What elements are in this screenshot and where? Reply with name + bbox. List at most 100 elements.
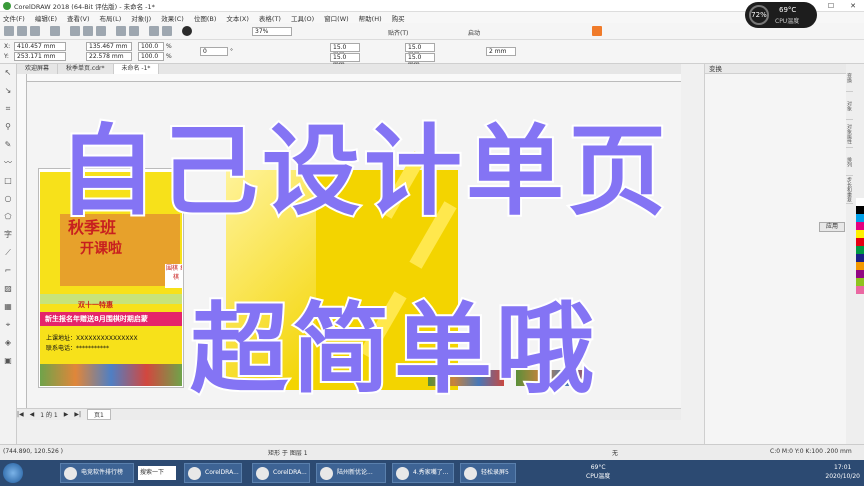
menu-text[interactable]: 文本(X) [226,13,249,23]
swatch-cyan[interactable] [856,214,864,222]
print-icon[interactable] [50,26,60,36]
artistic-media-icon[interactable]: 〰 [3,158,13,168]
outline-color-info[interactable]: C:0 M:0 Y:0 K:100 .200 mm [770,448,852,455]
rotation-angle-field[interactable]: 0 [200,47,228,56]
vertical-ruler[interactable] [17,74,27,408]
height-field[interactable]: 22.578 mm [86,52,132,61]
outline-width-field[interactable]: 2 mm [486,47,516,56]
scale-width-field[interactable]: 100.0 [138,42,164,51]
menu-edit[interactable]: 编辑(E) [35,13,57,23]
import-icon[interactable] [149,26,159,36]
menu-object[interactable]: 对象(J) [131,13,151,23]
taskbar-item-coreldraw-2[interactable]: CorelDRA... [252,463,310,483]
smart-fill-icon[interactable]: ▣ [3,356,13,366]
corner-radius-field-4[interactable]: 15.0 mm [405,53,435,68]
taskbar-item-coreldraw-1[interactable]: CorelDRA... [184,463,242,483]
interactive-fill-icon[interactable]: ◈ [3,338,13,348]
menu-tools[interactable]: 工具(O) [291,13,314,23]
menu-effects[interactable]: 效果(C) [161,13,184,23]
x-position-field[interactable]: 410.457 mm [14,42,66,51]
redo-icon[interactable] [129,26,139,36]
start-button[interactable] [3,463,23,483]
polygon-tool-icon[interactable]: ⬠ [3,212,13,222]
paste-icon[interactable] [96,26,106,36]
y-position-field[interactable]: 253.171 mm [14,52,66,61]
connector-tool-icon[interactable]: ⌐ [3,266,13,276]
menu-window[interactable]: 窗口(W) [324,13,349,23]
shape-tool-icon[interactable]: ↘ [3,86,13,96]
taskbar-item-browser[interactable]: 电竞软件排行榜 [60,463,134,483]
taskbar-item-recorder[interactable]: 轻松录屏5 [460,463,516,483]
tab-untitled[interactable]: 未命名 -1* [113,64,160,74]
corner-radius-field-2[interactable]: 15.0 mm [330,53,360,68]
menu-table[interactable]: 表格(T) [259,13,281,23]
first-page-button[interactable]: |◀ [17,411,24,418]
scale-height-field[interactable]: 100.0 [138,52,164,61]
swatch-purple[interactable] [856,270,864,278]
docker-tab-objects[interactable]: 对象 [846,92,853,120]
input-method-icon[interactable] [592,26,602,36]
corner-radius-field-1[interactable]: 15.0 mm [330,43,360,58]
text-tool-icon[interactable]: 字 [3,230,13,240]
ellipse-tool-icon[interactable]: ○ [3,194,13,204]
docker-tab-transform[interactable]: 变换 [846,64,853,92]
cut-icon[interactable] [70,26,80,36]
page-tab-1[interactable]: 页1 [86,409,111,420]
swatch-orange[interactable] [856,262,864,270]
apply-button[interactable]: 应用 [819,222,845,232]
menu-view[interactable]: 查看(V) [67,13,90,23]
color-palette[interactable] [856,198,864,444]
pick-tool-icon[interactable]: ↖ [3,68,13,78]
eyedropper-icon[interactable]: ⌖ [3,320,13,330]
fill-indicator[interactable]: 无 [612,448,618,457]
menu-bitmaps[interactable]: 位图(B) [194,13,217,23]
new-file-icon[interactable] [4,26,14,36]
drop-shadow-icon[interactable]: ▨ [3,284,13,294]
menu-buy[interactable]: 购买 [392,13,405,23]
system-clock[interactable]: 17:01 2020/10/20 [825,463,860,481]
tab-welcome[interactable]: 欢迎屏幕 [17,64,59,74]
swatch-yellow[interactable] [856,230,864,238]
swatch-white[interactable] [856,198,864,206]
menu-help[interactable]: 帮助(H) [359,13,382,23]
menu-layout[interactable]: 布局(L) [100,13,122,23]
horizontal-ruler[interactable] [27,74,681,82]
cpu-monitor-widget[interactable]: 72% 69°C CPU温度 [745,2,817,28]
last-page-button[interactable]: ▶| [74,411,81,418]
launch-dropdown[interactable]: 启动 [468,28,480,37]
swatch-pink[interactable] [856,286,864,294]
open-file-icon[interactable] [17,26,27,36]
zoom-level-field[interactable]: 37% [252,27,292,36]
prev-page-button[interactable]: ◀ [30,411,35,418]
taskbar-search-box[interactable]: 搜索一下 [138,466,176,480]
taskbar-item-app-4[interactable]: 4.秀家嘴了... [392,463,454,483]
docker-tab-step-repeat[interactable]: 步长和重复 [846,176,853,204]
width-field[interactable]: 135.467 mm [86,42,132,51]
docker-tab-arrange[interactable]: 排列 [846,148,853,176]
zoom-tool-icon[interactable]: ⚲ [3,122,13,132]
crop-tool-icon[interactable]: ⌗ [3,104,13,114]
taskbar-item-app-3[interactable]: 陆州新优论... [316,463,386,483]
swatch-green[interactable] [856,246,864,254]
publish-pdf-icon[interactable] [182,26,192,36]
swatch-blue[interactable] [856,254,864,262]
export-icon[interactable] [162,26,172,36]
undo-icon[interactable] [116,26,126,36]
corner-radius-field-3[interactable]: 15.0 mm [405,43,435,58]
docker-tab-object-props[interactable]: 对象属性 [846,120,853,148]
transparency-tool-icon[interactable]: ▦ [3,302,13,312]
copy-icon[interactable] [83,26,93,36]
swatch-magenta[interactable] [856,222,864,230]
maximize-button[interactable]: ☐ [820,0,842,12]
swatch-red[interactable] [856,238,864,246]
tab-autumn-flyer[interactable]: 秋季单页.cdr* [58,64,114,74]
rectangle-tool-icon[interactable]: □ [3,176,13,186]
next-page-button[interactable]: ▶ [64,411,69,418]
save-icon[interactable] [30,26,40,36]
swatch-lime[interactable] [856,278,864,286]
snap-to-dropdown[interactable]: 贴齐(T) [388,28,408,37]
close-button[interactable]: ✕ [842,0,864,12]
menu-file[interactable]: 文件(F) [3,13,25,23]
parallel-dimension-icon[interactable]: ⟋ [3,248,13,258]
swatch-black[interactable] [856,206,864,214]
